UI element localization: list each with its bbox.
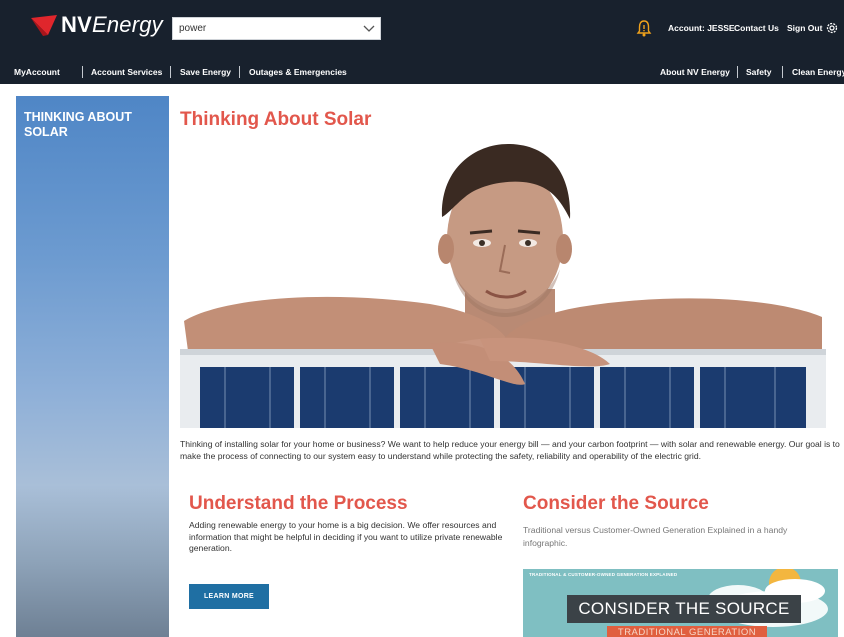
nav-about-nv-energy[interactable]: About NV Energy [660,63,730,81]
contact-us-link[interactable]: Contact Us [734,18,779,38]
nav-outages-emergencies[interactable]: Outages & Emergencies [249,63,347,81]
settings-gear-icon[interactable] [825,18,839,38]
understand-process-heading[interactable]: Understand the Process [189,493,408,515]
consider-source-heading[interactable]: Consider the Source [523,493,709,515]
logo-text: NVEnergy [61,12,163,37]
nav-divider [782,66,783,78]
header-bar: NVEnergy power Account: JESSE Contact Us… [0,0,844,84]
nav-save-energy[interactable]: Save Energy [180,63,231,81]
learn-more-button[interactable]: LEARN MORE [189,584,269,609]
consider-source-infographic[interactable]: TRADITIONAL & CUSTOMER-OWNED GENERATION … [523,569,838,637]
understand-process-text: Adding renewable energy to your home is … [189,520,503,554]
bell-alert-icon[interactable] [636,18,652,38]
nav-divider [239,66,240,78]
account-link[interactable]: Account: JESSE [668,18,735,38]
infographic-top-text: TRADITIONAL & CUSTOMER-OWNED GENERATION … [529,572,678,577]
nav-divider [170,66,171,78]
infographic-subbanner: TRADITIONAL GENERATION [607,626,767,637]
nav-myaccount[interactable]: MyAccount [14,63,60,81]
nv-energy-logo[interactable]: NVEnergy [31,10,163,40]
hero-image-solar-man [180,139,826,428]
sign-out-link[interactable]: Sign Out [787,18,822,38]
nav-divider [737,66,738,78]
intro-paragraph: Thinking of installing solar for your ho… [180,439,840,461]
page-title: Thinking About Solar [180,109,372,130]
main-navigation: MyAccount Account Services Save Energy O… [0,63,844,81]
logo-mark-icon [31,15,57,36]
nav-divider [82,66,83,78]
nav-account-services[interactable]: Account Services [91,63,162,81]
consider-source-text: Traditional versus Customer-Owned Genera… [523,525,788,548]
sidebar-title[interactable]: THINKING ABOUT SOLAR [24,110,154,140]
nav-safety[interactable]: Safety [746,63,772,81]
search-dropdown[interactable]: power [172,17,381,40]
infographic-banner: CONSIDER THE SOURCE [567,595,801,623]
chevron-down-icon[interactable] [358,18,380,39]
search-input[interactable]: power [173,23,358,34]
nav-clean-energy[interactable]: Clean Energy [792,63,844,81]
sidebar-panel: THINKING ABOUT SOLAR [16,96,169,637]
